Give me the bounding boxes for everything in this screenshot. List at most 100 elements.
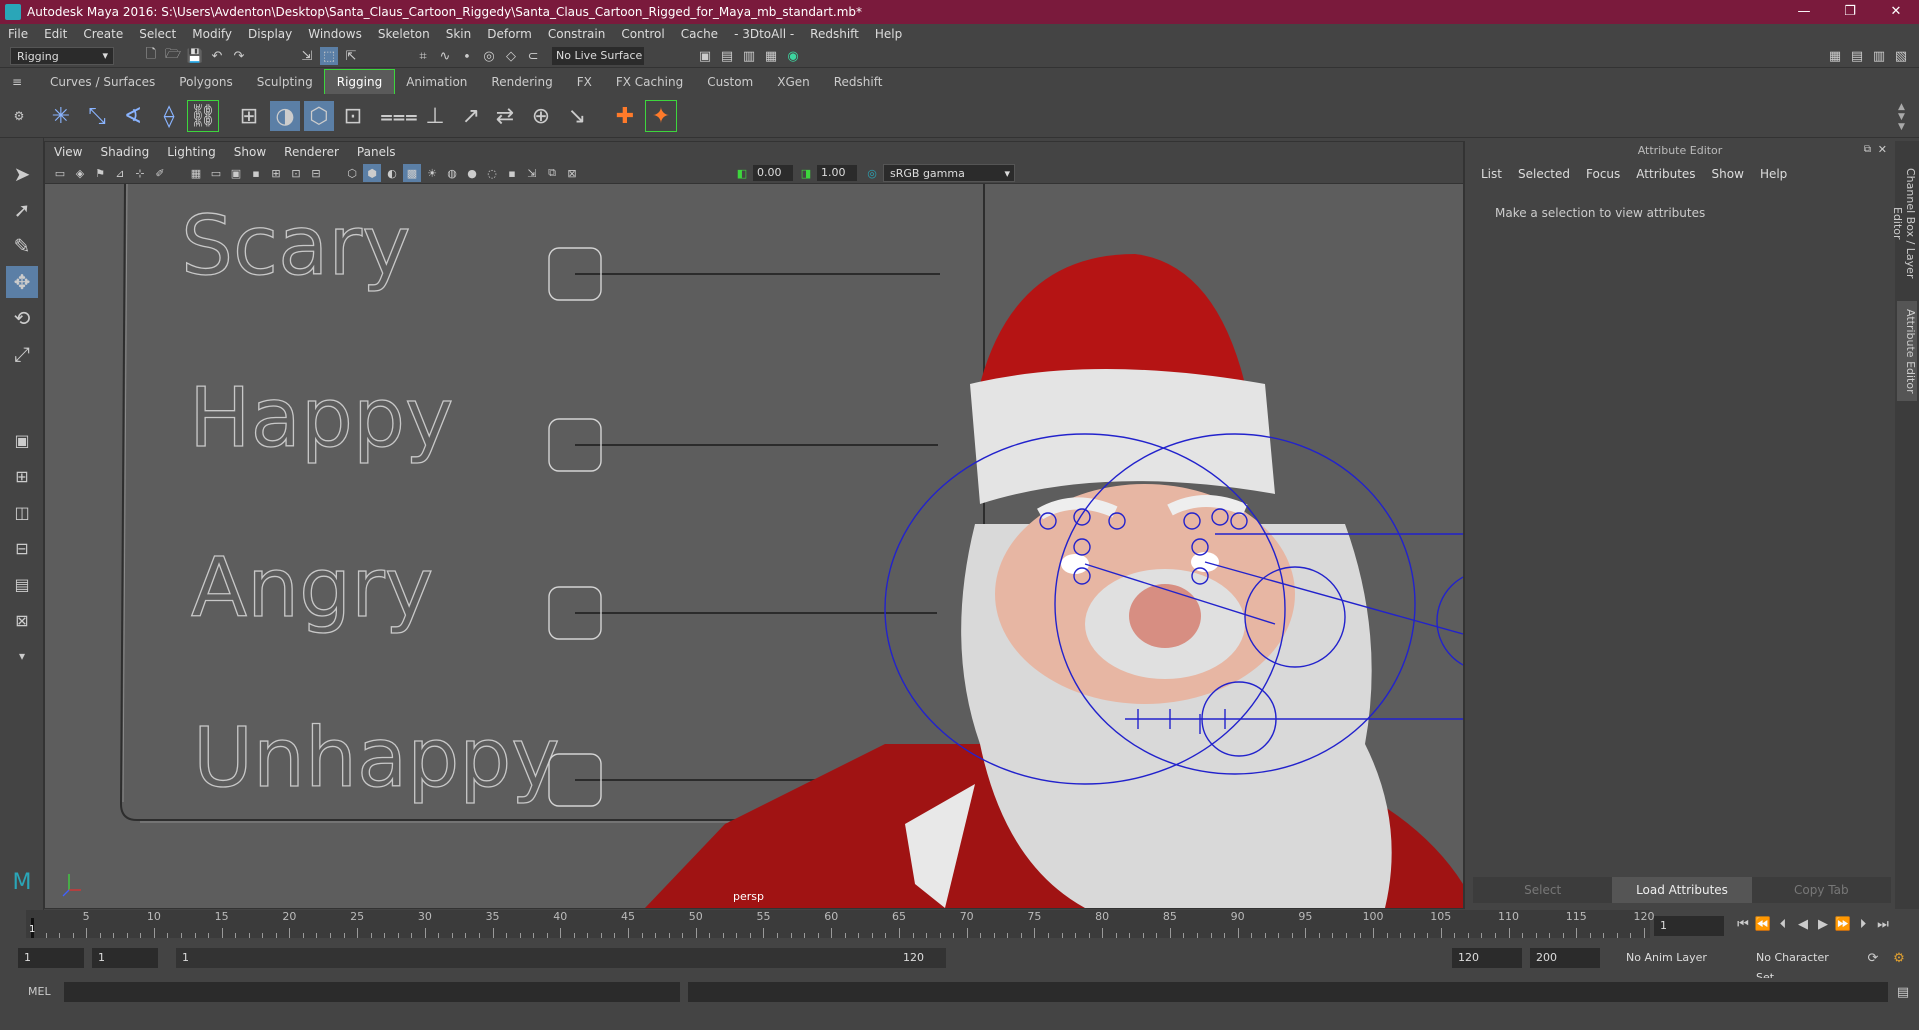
undo-icon[interactable]: ↶ xyxy=(208,47,226,65)
menuset-dropdown[interactable]: Rigging ▾ xyxy=(10,47,114,65)
time-slider[interactable]: 5 10 15 20 25 30 35 40 45 50 55 60 65 70 75 80 85 90 95 100… xyxy=(0,910,1919,948)
shelf-gear-icon[interactable]: ⚙ xyxy=(4,101,34,131)
redo-icon[interactable]: ↷ xyxy=(230,47,248,65)
persp-outliner-layout-icon[interactable]: ⊠ xyxy=(6,604,38,636)
pole-vector-icon[interactable]: ↘ xyxy=(562,101,592,131)
point-constraint-icon[interactable]: ↗ xyxy=(456,101,486,131)
channel-box-toggle-icon[interactable]: ▧ xyxy=(1892,47,1910,65)
play-backward-icon[interactable]: ◀ xyxy=(1794,915,1812,933)
bookmark-icon[interactable]: ⚑ xyxy=(91,164,109,182)
tab-redshift[interactable]: Redshift xyxy=(822,70,895,94)
ik-spline-icon[interactable]: ∢ xyxy=(118,101,148,131)
tab-animation[interactable]: Animation xyxy=(394,70,479,94)
ae-menu-help[interactable]: Help xyxy=(1752,167,1795,181)
copy-tab-button[interactable]: Copy Tab xyxy=(1751,877,1891,903)
close-panel-icon[interactable]: ✕ xyxy=(1878,143,1887,156)
ae-menu-show[interactable]: Show xyxy=(1704,167,1752,181)
2d-pan-zoom-icon[interactable]: ⊹ xyxy=(131,164,149,182)
parent-constraint-icon[interactable]: ⊥ xyxy=(420,101,450,131)
isolate-select-icon[interactable]: ⇲ xyxy=(523,164,541,182)
ae-menu-focus[interactable]: Focus xyxy=(1578,167,1628,181)
insert-joint-icon[interactable]: ⟠ xyxy=(154,101,184,131)
menu-skeleton[interactable]: Skeleton xyxy=(370,27,438,41)
shadows-icon[interactable]: ◍ xyxy=(443,164,461,182)
two-view-layout-icon[interactable]: ◫ xyxy=(6,496,38,528)
ambient-occlusion-icon[interactable]: ● xyxy=(463,164,481,182)
tab-attribute-editor[interactable]: Attribute Editor xyxy=(1897,301,1917,401)
menu-deform[interactable]: Deform xyxy=(479,27,540,41)
field-chart-icon[interactable]: ⊞ xyxy=(267,164,285,182)
menu-select[interactable]: Select xyxy=(131,27,184,41)
resolution-gate-icon[interactable]: ▣ xyxy=(227,164,245,182)
lights-icon[interactable]: ☀ xyxy=(423,164,441,182)
render-frame-icon[interactable]: ▤ xyxy=(718,47,736,65)
color-space-dropdown[interactable]: sRGB gamma ▾ xyxy=(883,164,1015,182)
auto-key-icon[interactable]: ⟳ xyxy=(1864,949,1882,967)
render-view-icon[interactable]: ▣ xyxy=(696,47,714,65)
go-to-end-icon[interactable]: ⏭ xyxy=(1874,915,1892,933)
hypershade-icon[interactable]: ◉ xyxy=(784,47,802,65)
wireframe-icon[interactable]: ⬡ xyxy=(343,164,361,182)
float-panel-icon[interactable]: ⧉ xyxy=(1864,144,1871,155)
attribute-editor-toggle-icon[interactable]: ▤ xyxy=(1848,47,1866,65)
aim-constraint-icon[interactable]: ⊕ xyxy=(526,101,556,131)
start-time-field[interactable]: 1 xyxy=(18,948,84,968)
safe-action-icon[interactable]: ⊡ xyxy=(287,164,305,182)
tab-xgen[interactable]: XGen xyxy=(765,70,822,94)
snap-curve-icon[interactable]: ∿ xyxy=(436,47,454,65)
current-frame-field[interactable]: 1 xyxy=(1654,916,1724,936)
menu-skin[interactable]: Skin xyxy=(438,27,480,41)
snap-point-icon[interactable]: ∙ xyxy=(458,47,476,65)
smooth-bind-icon[interactable]: ◑ xyxy=(270,101,300,131)
maximize-button[interactable]: ❐ xyxy=(1827,0,1873,24)
step-forward-frame-icon[interactable]: ⏵ xyxy=(1854,915,1872,933)
exposure-field[interactable]: 0.00 xyxy=(753,165,793,181)
wireframe-on-shaded-icon[interactable]: ◐ xyxy=(383,164,401,182)
anti-alias-icon[interactable]: ▪ xyxy=(503,164,521,182)
select-camera-icon[interactable]: ▭ xyxy=(51,164,69,182)
layout-menu-icon[interactable]: ▾ xyxy=(6,640,38,672)
timeline-ruler[interactable]: 5 10 15 20 25 30 35 40 45 50 55 60 65 70 75 80 85 90 95 100… xyxy=(26,910,1655,938)
range-slider[interactable]: 1 120 xyxy=(176,948,946,968)
safe-title-icon[interactable]: ⊟ xyxy=(307,164,325,182)
step-back-key-icon[interactable]: ⏪ xyxy=(1754,915,1772,933)
cluster-icon[interactable]: ⩶ xyxy=(380,101,418,131)
new-scene-icon[interactable]: 🗋 xyxy=(142,47,160,65)
playback-end-field[interactable]: 120 xyxy=(1452,948,1522,968)
snap-magnet-icon[interactable]: ⊂ xyxy=(524,47,542,65)
xray-icon[interactable]: ⧉ xyxy=(543,164,561,182)
vp-menu-shading[interactable]: Shading xyxy=(91,145,158,159)
ik-handle-icon[interactable]: ⤡ xyxy=(82,101,112,131)
lattice-icon[interactable]: ⊡ xyxy=(338,101,368,131)
select-button[interactable]: Select xyxy=(1473,877,1613,903)
minimize-button[interactable]: — xyxy=(1781,0,1827,24)
step-forward-key-icon[interactable]: ⏩ xyxy=(1834,915,1852,933)
menu-display[interactable]: Display xyxy=(240,27,300,41)
custom-rig-icon[interactable]: ✦ xyxy=(645,100,677,132)
orient-constraint-icon[interactable]: ⇄ xyxy=(490,101,520,131)
menu-windows[interactable]: Windows xyxy=(300,27,370,41)
scale-tool-icon[interactable]: ⤢ xyxy=(6,338,38,370)
rotate-tool-icon[interactable]: ⟲ xyxy=(6,302,38,334)
lasso-tool-icon[interactable]: ➚ xyxy=(6,194,38,226)
vp-menu-view[interactable]: View xyxy=(45,145,91,159)
live-surface-field[interactable]: No Live Surface xyxy=(552,47,644,65)
menu-create[interactable]: Create xyxy=(75,27,131,41)
tab-polygons[interactable]: Polygons xyxy=(167,70,244,94)
ae-menu-attributes[interactable]: Attributes xyxy=(1628,167,1703,181)
close-button[interactable]: ✕ xyxy=(1873,0,1919,24)
script-editor-icon[interactable]: ▤ xyxy=(1894,983,1912,1001)
ae-menu-selected[interactable]: Selected xyxy=(1510,167,1578,181)
menu-help[interactable]: Help xyxy=(867,27,910,41)
color-management-icon[interactable]: ◎ xyxy=(863,164,881,182)
tab-fx-caching[interactable]: FX Caching xyxy=(604,70,695,94)
snap-view-icon[interactable]: ◎ xyxy=(480,47,498,65)
play-forward-icon[interactable]: ▶ xyxy=(1814,915,1832,933)
tab-fx[interactable]: FX xyxy=(565,70,604,94)
anim-layer-dropdown[interactable]: No Anim Layer xyxy=(1620,948,1738,968)
single-view-layout-icon[interactable]: ▣ xyxy=(6,424,38,456)
humanik-icon[interactable]: ⛓ xyxy=(187,100,219,132)
end-time-field[interactable]: 200 xyxy=(1530,948,1600,968)
tab-rigging[interactable]: Rigging xyxy=(323,69,396,95)
menu-modify[interactable]: Modify xyxy=(184,27,240,41)
